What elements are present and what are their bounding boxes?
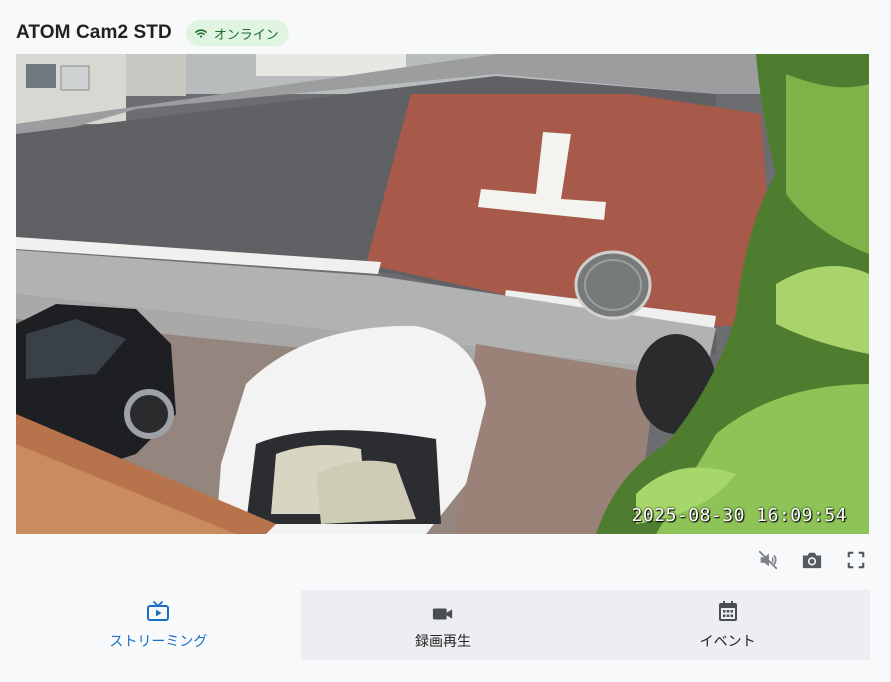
video-camera-icon: [432, 600, 454, 622]
fullscreen-button[interactable]: [844, 548, 868, 572]
tab-events[interactable]: イベント: [585, 590, 871, 660]
video-controls: [756, 548, 868, 572]
tab-streaming[interactable]: ストリーミング: [16, 590, 301, 660]
camera-icon: [802, 552, 822, 569]
tab-playback-label: 録画再生: [415, 632, 471, 649]
live-video-feed[interactable]: 2025-08-30 16:09:54: [16, 54, 869, 534]
camera-header: ATOM Cam2 STD オンライン: [16, 18, 289, 48]
camera-view-image: [16, 54, 869, 534]
tab-events-label: イベント: [699, 632, 756, 649]
mute-button[interactable]: [756, 548, 780, 572]
live-tv-icon: [146, 600, 170, 622]
video-timestamp: 2025-08-30 16:09:54: [631, 505, 847, 526]
fullscreen-icon: [847, 551, 865, 569]
volume-off-icon: [758, 550, 778, 570]
status-badge: オンライン: [185, 20, 289, 46]
snapshot-button[interactable]: [800, 548, 824, 572]
calendar-icon: [718, 600, 738, 622]
status-label: オンライン: [213, 26, 279, 42]
camera-panel: ATOM Cam2 STD オンライン 2025-08-30 16:09:54 …: [0, 0, 891, 682]
wifi-icon: [194, 27, 208, 39]
camera-title: ATOM Cam2 STD: [16, 22, 172, 43]
tab-playback[interactable]: 録画再生: [300, 590, 586, 660]
bottom-tab-bar: ストリーミング 録画再生 イベント: [16, 590, 871, 660]
tab-streaming-label: ストリーミング: [109, 632, 208, 649]
